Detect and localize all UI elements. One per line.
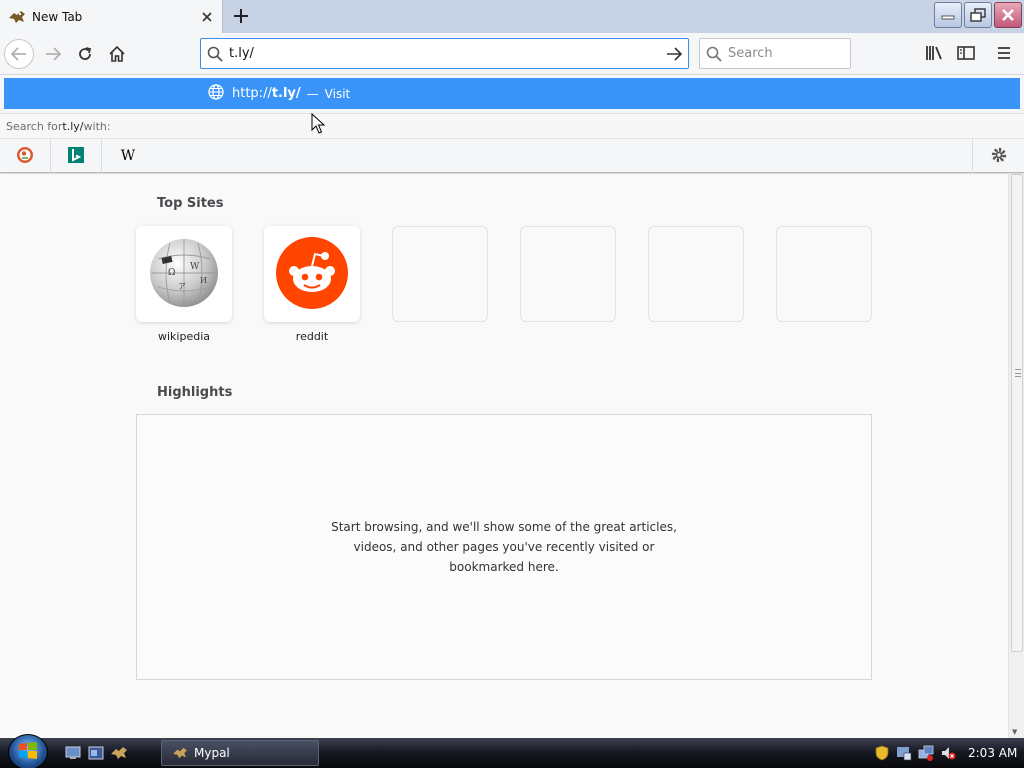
- restore-button[interactable]: [964, 2, 992, 28]
- vertical-scrollbar[interactable]: ▼: [1008, 174, 1024, 738]
- top-site-label: reddit: [295, 330, 329, 343]
- tab-strip: New Tab: [0, 0, 1024, 33]
- navigation-bar: [0, 33, 1024, 75]
- system-tray: 2:03 AM: [868, 738, 1024, 768]
- tab-new-tab[interactable]: New Tab: [0, 0, 223, 33]
- library-button[interactable]: [920, 39, 948, 67]
- top-site-tile-reddit[interactable]: [264, 226, 360, 322]
- action-center-icon[interactable]: [896, 745, 912, 761]
- search-with-label: Search for t.ly/ with:: [0, 113, 1024, 139]
- minimize-button[interactable]: [934, 2, 962, 28]
- start-button[interactable]: [8, 734, 48, 768]
- wikipedia-icon: W: [119, 148, 137, 165]
- one-off-search-engines: W: [0, 139, 1024, 173]
- forward-button[interactable]: [38, 39, 68, 69]
- mypal-icon: [8, 9, 26, 25]
- svg-text:И: И: [200, 276, 207, 285]
- search-settings-button[interactable]: [972, 139, 1024, 173]
- scrollbar-thumb[interactable]: [1011, 174, 1023, 652]
- network-icon[interactable]: [918, 745, 934, 761]
- svg-text:ア: ア: [178, 282, 186, 291]
- engine-bing[interactable]: [51, 139, 102, 173]
- volume-muted-icon[interactable]: [940, 745, 956, 761]
- gear-icon: [990, 146, 1008, 167]
- top-site-placeholder: [520, 226, 616, 322]
- window-controls: [934, 2, 1022, 28]
- suggestion-url: http://t.ly/: [232, 86, 301, 101]
- mypal-quicklaunch-icon[interactable]: [110, 744, 128, 762]
- security-shield-icon[interactable]: [874, 745, 890, 761]
- menu-button[interactable]: [990, 39, 1018, 67]
- switch-windows-icon[interactable]: [87, 744, 105, 762]
- bing-icon: [67, 146, 85, 167]
- search-input[interactable]: [728, 46, 838, 61]
- sidebar-toggle-button[interactable]: [952, 39, 980, 67]
- show-desktop-icon[interactable]: [64, 744, 82, 762]
- highlights-title: Highlights: [157, 385, 233, 400]
- scrollbar-grip-icon: [1015, 369, 1021, 377]
- taskbar: Mypal 2:03 AM: [0, 734, 1024, 768]
- top-sites-title: Top Sites: [157, 196, 224, 211]
- scroll-down-arrow-icon[interactable]: ▼: [1012, 728, 1017, 736]
- top-site-placeholder: [648, 226, 744, 322]
- close-tab-icon[interactable]: [198, 8, 216, 26]
- svg-text:Ω: Ω: [168, 268, 175, 278]
- svg-text:W: W: [190, 262, 200, 272]
- taskbar-app-mypal[interactable]: Mypal: [161, 740, 319, 766]
- highlights-empty-state: Start browsing, and we'll show some of t…: [136, 414, 872, 680]
- suggestion-separator: —: [306, 86, 319, 101]
- globe-icon: [208, 84, 224, 103]
- wikipedia-globe-icon: Ω W И ア: [148, 237, 220, 312]
- reddit-icon: [276, 236, 348, 312]
- go-arrow-icon[interactable]: [660, 46, 688, 61]
- clock[interactable]: 2:03 AM: [968, 746, 1017, 760]
- new-tab-page: Top Sites Ω W И ア wikipedia reddit Highl…: [0, 174, 1008, 738]
- search-icon: [700, 46, 728, 62]
- svg-text:W: W: [120, 148, 135, 162]
- home-button[interactable]: [102, 39, 132, 69]
- search-bar[interactable]: [699, 38, 851, 69]
- url-bar[interactable]: [200, 38, 689, 69]
- top-site-tile-wikipedia[interactable]: Ω W И ア: [136, 226, 232, 322]
- search-icon: [201, 46, 229, 62]
- mypal-icon: [172, 747, 188, 759]
- duckduckgo-icon: [16, 146, 34, 167]
- url-input[interactable]: [229, 46, 660, 61]
- reload-button[interactable]: [70, 39, 100, 69]
- top-site-placeholder: [392, 226, 488, 322]
- url-suggestions-popup: http://t.ly/ — Visit Search for t.ly/ wi…: [0, 76, 1024, 173]
- top-site-label: wikipedia: [157, 330, 210, 343]
- tab-title: New Tab: [32, 9, 83, 24]
- highlights-message: Start browsing, and we'll show some of t…: [331, 520, 677, 574]
- suggestion-visit-row[interactable]: http://t.ly/ — Visit: [4, 78, 1020, 109]
- new-tab-button[interactable]: [229, 4, 253, 28]
- back-button[interactable]: [4, 39, 34, 69]
- mouse-cursor-icon: [311, 112, 326, 135]
- suggestion-action: Visit: [324, 86, 351, 101]
- engine-duckduckgo[interactable]: [0, 139, 51, 173]
- engine-wikipedia[interactable]: W: [102, 139, 153, 173]
- close-window-button[interactable]: [994, 2, 1022, 28]
- top-site-placeholder: [776, 226, 872, 322]
- windows-logo-icon: [18, 741, 38, 764]
